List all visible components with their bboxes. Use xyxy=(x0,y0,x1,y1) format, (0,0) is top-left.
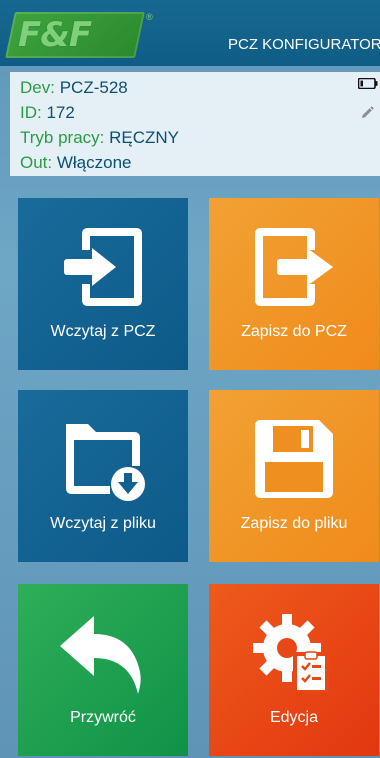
floppy-disk-icon xyxy=(255,420,333,498)
out-value: Włączone xyxy=(56,153,132,172)
tile-label: Wczytaj z pliku xyxy=(50,515,156,532)
load-from-pcz-button[interactable]: Wczytaj z PCZ xyxy=(18,198,188,370)
folder-download-icon xyxy=(66,424,145,501)
pencil-icon[interactable] xyxy=(360,106,374,120)
mode-value: RĘCZNY xyxy=(109,128,180,147)
logo-text: F&F xyxy=(18,15,92,55)
device-info-panel: Dev: PCZ-528 ID: 172 Tryb pracy: RĘCZNY … xyxy=(10,72,380,176)
save-to-file-button[interactable]: Zapisz do pliku xyxy=(209,390,379,562)
out-label: Out: xyxy=(20,153,53,172)
dev-value: PCZ-528 xyxy=(59,78,128,97)
tile-label: Wczytaj z PCZ xyxy=(50,323,156,340)
battery-icon xyxy=(358,78,378,89)
undo-arrow-icon xyxy=(60,616,141,694)
app-title: PCZ KONFIGURATOR xyxy=(228,36,380,53)
mode-label: Tryb pracy: xyxy=(20,128,105,147)
import-icon xyxy=(64,228,142,306)
id-row: ID: 172 xyxy=(20,103,75,123)
tile-label: Edycja xyxy=(269,709,319,726)
gear-checklist-icon xyxy=(253,614,329,692)
out-row: Out: Włączone xyxy=(20,153,132,173)
mode-row: Tryb pracy: RĘCZNY xyxy=(20,128,179,148)
edit-button[interactable]: Edycja xyxy=(209,584,379,756)
id-label: ID: xyxy=(20,103,42,122)
dev-row: Dev: PCZ-528 xyxy=(20,78,128,98)
load-from-file-button[interactable]: Wczytaj z pliku xyxy=(18,390,188,562)
id-value: 172 xyxy=(46,103,75,122)
tile-label: Zapisz do PCZ xyxy=(241,323,347,340)
registered-mark: ® xyxy=(146,12,153,22)
restore-button[interactable]: Przywróć xyxy=(18,584,188,756)
save-to-pcz-button[interactable]: Zapisz do PCZ xyxy=(209,198,379,370)
export-icon xyxy=(255,228,333,306)
tile-label: Przywróć xyxy=(70,709,136,726)
app-header: F&F ® PCZ KONFIGURATOR xyxy=(0,0,380,66)
dev-label: Dev: xyxy=(20,78,55,97)
tile-label: Zapisz do pliku xyxy=(240,515,348,532)
